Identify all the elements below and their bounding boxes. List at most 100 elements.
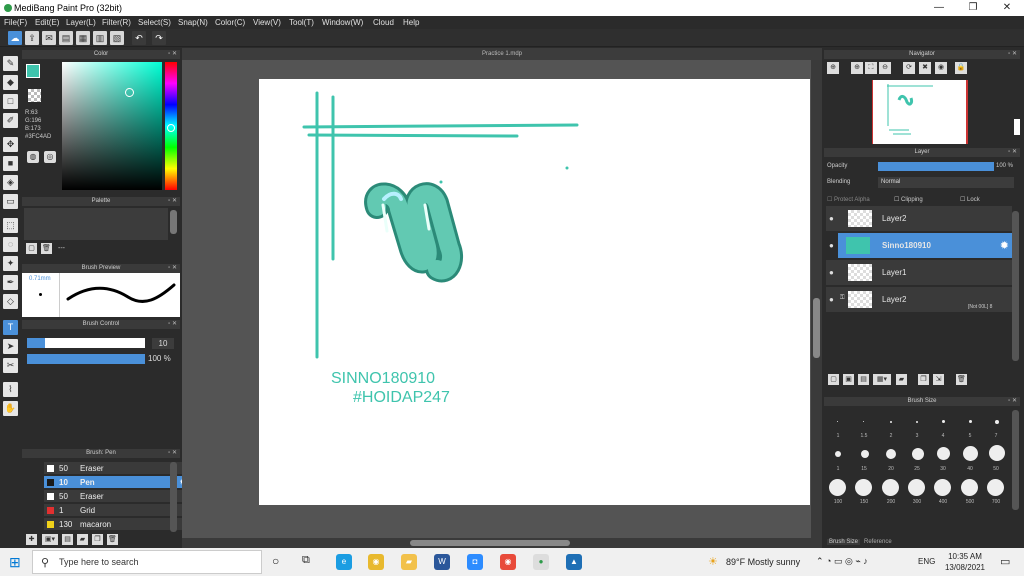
- lock-view-icon[interactable]: 🔒: [955, 62, 967, 74]
- brush-size-dot[interactable]: [829, 479, 846, 496]
- edge-browser-icon[interactable]: e: [336, 554, 352, 570]
- brush-size-dot[interactable]: [969, 420, 972, 423]
- hue-slider[interactable]: [165, 62, 177, 190]
- eye-icon[interactable]: ●: [829, 268, 834, 277]
- redo-icon[interactable]: ↷: [152, 31, 166, 45]
- menu-layer[interactable]: Layer(L): [66, 18, 96, 27]
- text-tool-icon[interactable]: T: [3, 320, 18, 335]
- panel-controls-icon[interactable]: ▫ ✕: [168, 449, 177, 458]
- cortana-icon[interactable]: ○: [272, 554, 279, 568]
- panel-controls-icon[interactable]: ▫ ✕: [1008, 397, 1017, 406]
- palette-add-icon[interactable]: ◎: [44, 151, 56, 163]
- brush-size-dot[interactable]: [890, 421, 892, 423]
- menu-snap[interactable]: Snap(N): [178, 18, 208, 27]
- file-explorer-icon[interactable]: ▰: [401, 554, 417, 570]
- clock[interactable]: 10:35 AM 13/08/2021: [940, 551, 990, 573]
- brush-size-slider[interactable]: [27, 338, 145, 348]
- taskbar-search-box[interactable]: ⚲ Type here to search: [32, 550, 262, 574]
- brush-size-value[interactable]: 10: [152, 338, 174, 349]
- minimize-button[interactable]: —: [922, 0, 956, 16]
- zoom-icon[interactable]: ◘: [467, 554, 483, 570]
- weather-text[interactable]: 89°F Mostly sunny: [726, 557, 800, 567]
- brush-size-dot[interactable]: [861, 450, 869, 458]
- photos-icon[interactable]: ▲: [566, 554, 582, 570]
- panel-controls-icon[interactable]: ▫ ✕: [168, 320, 177, 329]
- hue-slider-cursor[interactable]: [167, 124, 175, 132]
- brush-size-scrollbar[interactable]: [1012, 410, 1019, 510]
- brush-size-dot[interactable]: [987, 479, 1004, 496]
- menu-filter[interactable]: Filter(R): [102, 18, 131, 27]
- brush-size-dot[interactable]: [963, 446, 978, 461]
- divide-tool-icon[interactable]: ✂: [3, 358, 18, 373]
- brush-tool-icon[interactable]: ✎: [3, 56, 18, 71]
- panel-controls-icon[interactable]: ▫ ✕: [168, 50, 177, 59]
- palette-scrollbar[interactable]: [170, 210, 177, 234]
- layer-folder-icon[interactable]: ▰: [896, 374, 907, 385]
- menu-view[interactable]: View(V): [253, 18, 281, 27]
- new-palette-icon[interactable]: ▢: [26, 243, 37, 254]
- navigator-thumbnail[interactable]: [872, 80, 968, 144]
- brush-size-dot[interactable]: [995, 420, 999, 424]
- close-button[interactable]: ✕: [990, 0, 1024, 16]
- zoom-in-2-icon[interactable]: ⊕: [851, 62, 863, 74]
- reset-icon[interactable]: ◉: [935, 62, 947, 74]
- zoom-in-icon[interactable]: ⊕: [827, 62, 839, 74]
- magic-wand-icon[interactable]: ✦: [3, 256, 18, 271]
- brush-size-dot[interactable]: [916, 421, 918, 423]
- brush-item[interactable]: 130 macaron: [44, 518, 190, 531]
- new-halftone-layer-icon[interactable]: ▣: [843, 374, 854, 385]
- menu-file[interactable]: File(F): [4, 18, 27, 27]
- canvas-horizontal-scrollbar[interactable]: [182, 538, 822, 548]
- notifications-icon[interactable]: ▭: [1000, 555, 1010, 568]
- eye-icon[interactable]: ●: [829, 295, 834, 304]
- brush-item[interactable]: 1 Grid: [44, 504, 190, 517]
- eye-icon[interactable]: ●: [829, 241, 834, 250]
- menu-select[interactable]: Select(S): [138, 18, 171, 27]
- document-icon[interactable]: ▦: [76, 31, 90, 45]
- layer-row[interactable]: ● ⚿ Layer2 [Not 00L] 8: [826, 287, 1012, 313]
- palette-icon[interactable]: ◍: [27, 151, 39, 163]
- maximize-button[interactable]: ❐: [956, 0, 990, 16]
- merge-layer-icon[interactable]: ⇲: [933, 374, 944, 385]
- panel-controls-icon[interactable]: ▫ ✕: [1008, 148, 1017, 157]
- delete-layer-icon[interactable]: 🗑: [956, 374, 967, 385]
- brush-folder-icon[interactable]: ▰: [77, 534, 88, 545]
- new-8bit-layer-icon[interactable]: ▤: [858, 374, 869, 385]
- eraser-tool-icon[interactable]: ◆: [3, 75, 18, 90]
- brush-item[interactable]: 50 Eraser: [44, 462, 190, 475]
- menu-help[interactable]: Help: [403, 18, 419, 27]
- menu-color[interactable]: Color(C): [215, 18, 245, 27]
- clipping-checkbox[interactable]: ☐ Clipping: [894, 196, 923, 203]
- add-brush-icon[interactable]: ✚: [26, 534, 37, 545]
- menu-tool[interactable]: Tool(T): [289, 18, 314, 27]
- brush-size-dot[interactable]: [912, 448, 924, 460]
- brush-size-dot[interactable]: [863, 421, 864, 422]
- language-indicator[interactable]: ENG: [918, 557, 935, 566]
- eyedropper-tool-icon[interactable]: ⌇: [3, 382, 18, 397]
- brush-size-dot[interactable]: [882, 479, 899, 496]
- brush-size-dot[interactable]: [961, 479, 978, 496]
- gradient-tool-icon[interactable]: ▭: [3, 194, 18, 209]
- lasso-tool-icon[interactable]: ◌: [3, 237, 18, 252]
- flip-icon[interactable]: ✖: [919, 62, 931, 74]
- layer-list-scrollbar[interactable]: [1012, 211, 1019, 361]
- task-view-icon[interactable]: ⧉: [302, 554, 310, 567]
- delete-brush-icon[interactable]: 🗑: [107, 534, 118, 545]
- comment-icon[interactable]: ▤: [59, 31, 73, 45]
- select-tool-icon[interactable]: ⬚: [3, 218, 18, 233]
- pen-tool-icon[interactable]: ✐: [3, 113, 18, 128]
- duplicate-brush-icon[interactable]: ❐: [92, 534, 103, 545]
- layer-row-selected[interactable]: Sinno180910 ✹: [838, 233, 1012, 259]
- fit-icon[interactable]: ⛶: [865, 62, 877, 74]
- cloud-icon[interactable]: ☁: [8, 31, 22, 45]
- brush-size-dot[interactable]: [934, 479, 951, 496]
- chat-icon[interactable]: ✉: [42, 31, 56, 45]
- brush-list-scrollbar[interactable]: [170, 462, 177, 532]
- fill-rect-tool-icon[interactable]: ■: [3, 156, 18, 171]
- brush-size-dot[interactable]: [855, 479, 872, 496]
- hand-tool-icon[interactable]: ✋: [3, 401, 18, 416]
- eye-icon[interactable]: ●: [829, 214, 834, 223]
- brush-size-dot[interactable]: [837, 421, 838, 422]
- menu-cloud[interactable]: Cloud: [373, 18, 394, 27]
- tab-brush-size[interactable]: Brush Size: [827, 539, 861, 545]
